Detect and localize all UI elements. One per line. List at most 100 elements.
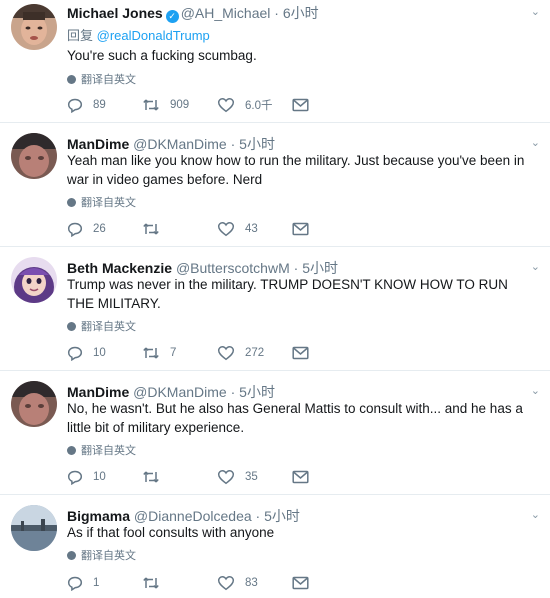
direct-message-button[interactable] (292, 344, 309, 362)
translate-link[interactable]: 翻译自英文 (67, 71, 136, 87)
reply-icon (67, 346, 83, 361)
translate-label: 翻译自英文 (81, 321, 136, 333)
envelope-icon (292, 222, 309, 236)
chevron-down-icon[interactable]: ⌄ (531, 384, 540, 397)
avatar[interactable] (11, 133, 57, 179)
globe-icon (67, 198, 76, 207)
heart-icon (217, 576, 235, 591)
globe-icon (67, 75, 76, 84)
username[interactable]: @DianneDolcedea (134, 508, 252, 524)
timestamp[interactable]: 5小时 (239, 384, 275, 400)
heart-icon (217, 346, 235, 361)
like-button[interactable]: 83 (217, 574, 258, 592)
username[interactable]: @DKManDime (133, 384, 227, 400)
direct-message-button[interactable] (292, 96, 309, 114)
translate-link[interactable]: 翻译自英文 (67, 547, 136, 563)
reply-button[interactable]: 1 (67, 574, 99, 592)
mention-link[interactable]: @realDonaldTrump (97, 28, 210, 43)
replying-to: 回复 @realDonaldTrump (67, 25, 210, 44)
tweet[interactable]: Bigmama @DianneDolcedea · 5小时 ⌄ As if th… (0, 495, 550, 598)
tweet[interactable]: Beth Mackenzie @ButterscotchwM · 5小时 ⌄ T… (0, 247, 550, 371)
direct-message-button[interactable] (292, 574, 309, 592)
tweet-header: Michael Jones ✓ @AH_Michael · 6小时 (67, 3, 319, 23)
separator-dot: · (226, 384, 240, 400)
retweet-icon (143, 577, 159, 589)
display-name[interactable]: Michael Jones (67, 5, 163, 21)
avatar[interactable] (11, 4, 57, 50)
tweet-actions: 10 7 272 (67, 344, 327, 362)
globe-icon (67, 322, 76, 331)
retweet-button[interactable] (142, 220, 170, 238)
translate-label: 翻译自英文 (81, 197, 136, 209)
timestamp[interactable]: 5小时 (302, 260, 338, 276)
reply-count: 89 (93, 99, 106, 111)
tweet-text: Trump was never in the military. TRUMP D… (67, 277, 508, 311)
avatar[interactable] (11, 505, 57, 551)
envelope-icon (292, 98, 309, 112)
reply-button[interactable]: 89 (67, 96, 106, 114)
verified-badge-icon: ✓ (165, 10, 179, 23)
avatar[interactable] (11, 381, 57, 427)
retweet-button[interactable]: 7 (142, 344, 176, 362)
username[interactable]: @DKManDime (133, 136, 227, 152)
tweet-actions: 10 35 (67, 468, 327, 486)
retweet-icon (143, 471, 159, 483)
retweet-button[interactable] (142, 468, 170, 486)
tweet-text: Yeah man like you know how to run the mi… (67, 153, 525, 187)
display-name[interactable]: ManDime (67, 136, 129, 152)
reply-icon (67, 98, 83, 113)
tweet-text: No, he wasn't. But he also has General M… (67, 401, 523, 435)
chevron-down-icon[interactable]: ⌄ (531, 5, 540, 18)
translate-label: 翻译自英文 (81, 550, 136, 562)
chevron-down-icon[interactable]: ⌄ (531, 260, 540, 273)
translate-link[interactable]: 翻译自英文 (67, 442, 136, 458)
username[interactable]: @AH_Michael (181, 5, 271, 21)
translate-link[interactable]: 翻译自英文 (67, 194, 136, 210)
reply-button[interactable]: 10 (67, 344, 106, 362)
reply-count: 10 (93, 471, 106, 483)
tweet-text: You're such a fucking scumbag. (67, 48, 257, 63)
reply-button[interactable]: 10 (67, 468, 106, 486)
chevron-down-icon[interactable]: ⌄ (531, 508, 540, 521)
timestamp[interactable]: 5小时 (239, 136, 275, 152)
retweet-icon (143, 99, 159, 111)
username[interactable]: @ButterscotchwM (176, 260, 290, 276)
tweet[interactable]: ManDime @DKManDime · 5小时 ⌄ No, he wasn't… (0, 371, 550, 495)
reply-icon (67, 222, 83, 237)
retweet-button[interactable]: 909 (142, 96, 189, 114)
direct-message-button[interactable] (292, 468, 309, 486)
retweet-button[interactable] (142, 574, 170, 592)
timestamp[interactable]: 6小时 (283, 5, 319, 21)
reply-count: 26 (93, 223, 106, 235)
envelope-icon (292, 346, 309, 360)
tweet[interactable]: Michael Jones ✓ @AH_Michael · 6小时 ⌄ 回复 @re… (0, 0, 550, 123)
globe-icon (67, 446, 76, 455)
like-count: 272 (245, 347, 265, 359)
like-button[interactable]: 43 (217, 220, 258, 238)
separator-dot: · (270, 5, 283, 21)
tweet[interactable]: ManDime @DKManDime · 5小时 ⌄ Yeah man like… (0, 123, 550, 247)
tweet-actions: 89 909 6.0千 (67, 96, 327, 114)
timestamp[interactable]: 5小时 (264, 508, 300, 524)
display-name[interactable]: ManDime (67, 384, 129, 400)
like-button[interactable]: 272 (217, 344, 264, 362)
direct-message-button[interactable] (292, 220, 309, 238)
envelope-icon (292, 576, 309, 590)
display-name[interactable]: Bigmama (67, 508, 130, 524)
separator-dot: · (251, 508, 265, 524)
translate-link[interactable]: 翻译自英文 (67, 318, 136, 334)
avatar-image (11, 381, 57, 427)
envelope-icon (292, 470, 309, 484)
globe-icon (67, 551, 76, 560)
avatar-image (11, 505, 57, 551)
heart-icon (217, 470, 235, 485)
translate-label: 翻译自英文 (81, 74, 136, 86)
retweet-count: 909 (170, 99, 190, 111)
chevron-down-icon[interactable]: ⌄ (531, 136, 540, 149)
display-name[interactable]: Beth Mackenzie (67, 260, 172, 276)
tweet-actions: 1 83 (67, 574, 327, 592)
like-button[interactable]: 35 (217, 468, 258, 486)
avatar[interactable] (11, 257, 57, 303)
like-button[interactable]: 6.0千 (217, 96, 273, 114)
reply-button[interactable]: 26 (67, 220, 106, 238)
